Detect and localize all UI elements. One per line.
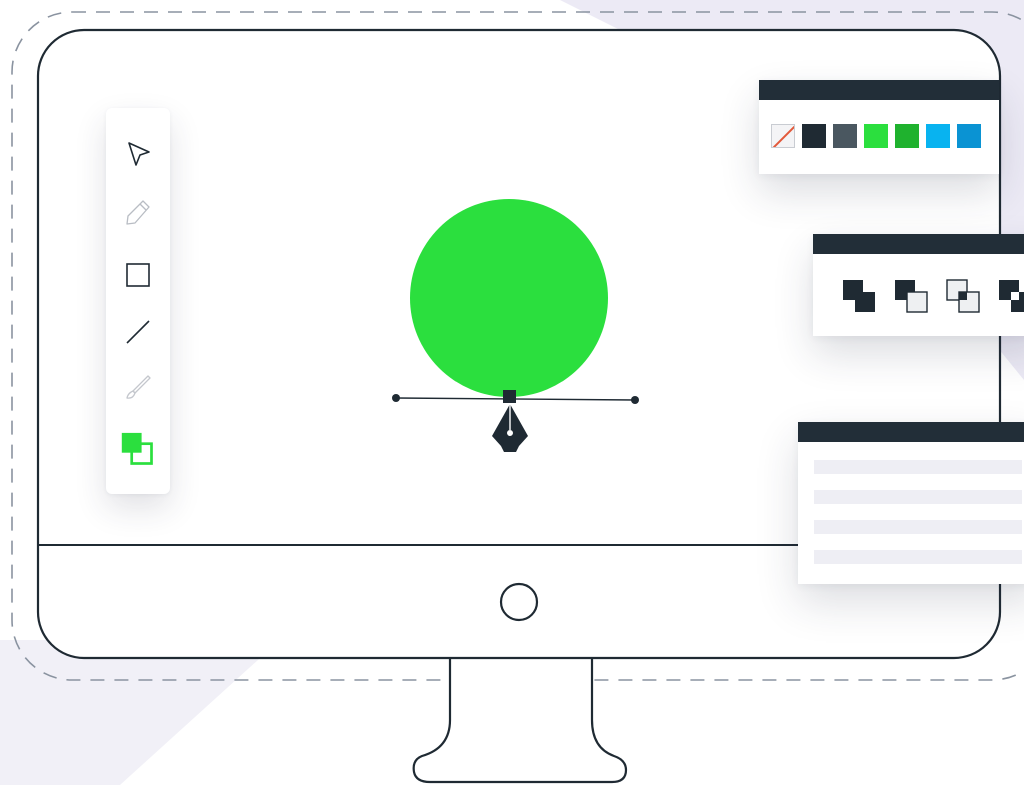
swatch-dark-green[interactable] xyxy=(895,124,919,148)
color-swatch-panel xyxy=(759,80,999,174)
brush-icon xyxy=(126,375,151,399)
merge-shapes-icon xyxy=(843,280,875,312)
bezier-handle-right xyxy=(631,396,639,404)
line-tool-button[interactable] xyxy=(120,314,156,350)
properties-list-panel xyxy=(798,422,1024,584)
fill-stroke-selector[interactable] xyxy=(120,432,156,468)
intersect-shapes-button[interactable] xyxy=(997,278,1024,316)
list-row xyxy=(814,550,1022,564)
swatch-slate[interactable] xyxy=(833,124,857,148)
backdrop-shape-lower xyxy=(0,640,280,785)
swatch-blue[interactable] xyxy=(957,124,981,148)
panel-header-bar xyxy=(759,80,999,100)
intersect-shapes-icon xyxy=(999,280,1024,312)
bring-forward-button[interactable] xyxy=(893,278,931,316)
pointer-arrow-icon xyxy=(128,142,150,166)
rectangle-icon xyxy=(126,263,150,287)
line-icon xyxy=(126,320,150,344)
tool-palette xyxy=(106,108,170,494)
swatch-green[interactable] xyxy=(864,124,888,148)
pointer-tool-button[interactable] xyxy=(120,136,156,172)
panel-header-bar xyxy=(813,234,1024,254)
illustration-stage xyxy=(0,0,1024,785)
swatch-row xyxy=(771,124,981,148)
bring-forward-icon xyxy=(895,280,928,313)
swatch-sky-blue[interactable] xyxy=(926,124,950,148)
pen-tool-button[interactable] xyxy=(120,194,156,230)
home-button-icon xyxy=(499,582,539,622)
swatch-black[interactable] xyxy=(802,124,826,148)
canvas-circle-shape xyxy=(410,199,608,397)
monitor-stand xyxy=(412,652,628,784)
rectangle-tool-button[interactable] xyxy=(120,257,156,293)
fill-stroke-icon xyxy=(121,432,153,465)
list-row xyxy=(814,490,1022,504)
anchor-point-icon xyxy=(503,390,516,403)
list-row xyxy=(814,520,1022,534)
list-rows xyxy=(814,460,1022,580)
send-backward-button[interactable] xyxy=(945,278,983,316)
list-row xyxy=(814,460,1022,474)
merge-shapes-button[interactable] xyxy=(841,278,879,316)
swatch-none[interactable] xyxy=(771,124,795,148)
arrange-panel xyxy=(813,234,1024,336)
arrange-button-row xyxy=(841,278,1024,316)
send-backward-icon xyxy=(946,279,980,313)
panel-header-bar xyxy=(798,422,1024,442)
bezier-handle-left xyxy=(392,394,400,402)
brush-tool-button[interactable] xyxy=(120,369,156,405)
pen-icon xyxy=(126,200,150,225)
